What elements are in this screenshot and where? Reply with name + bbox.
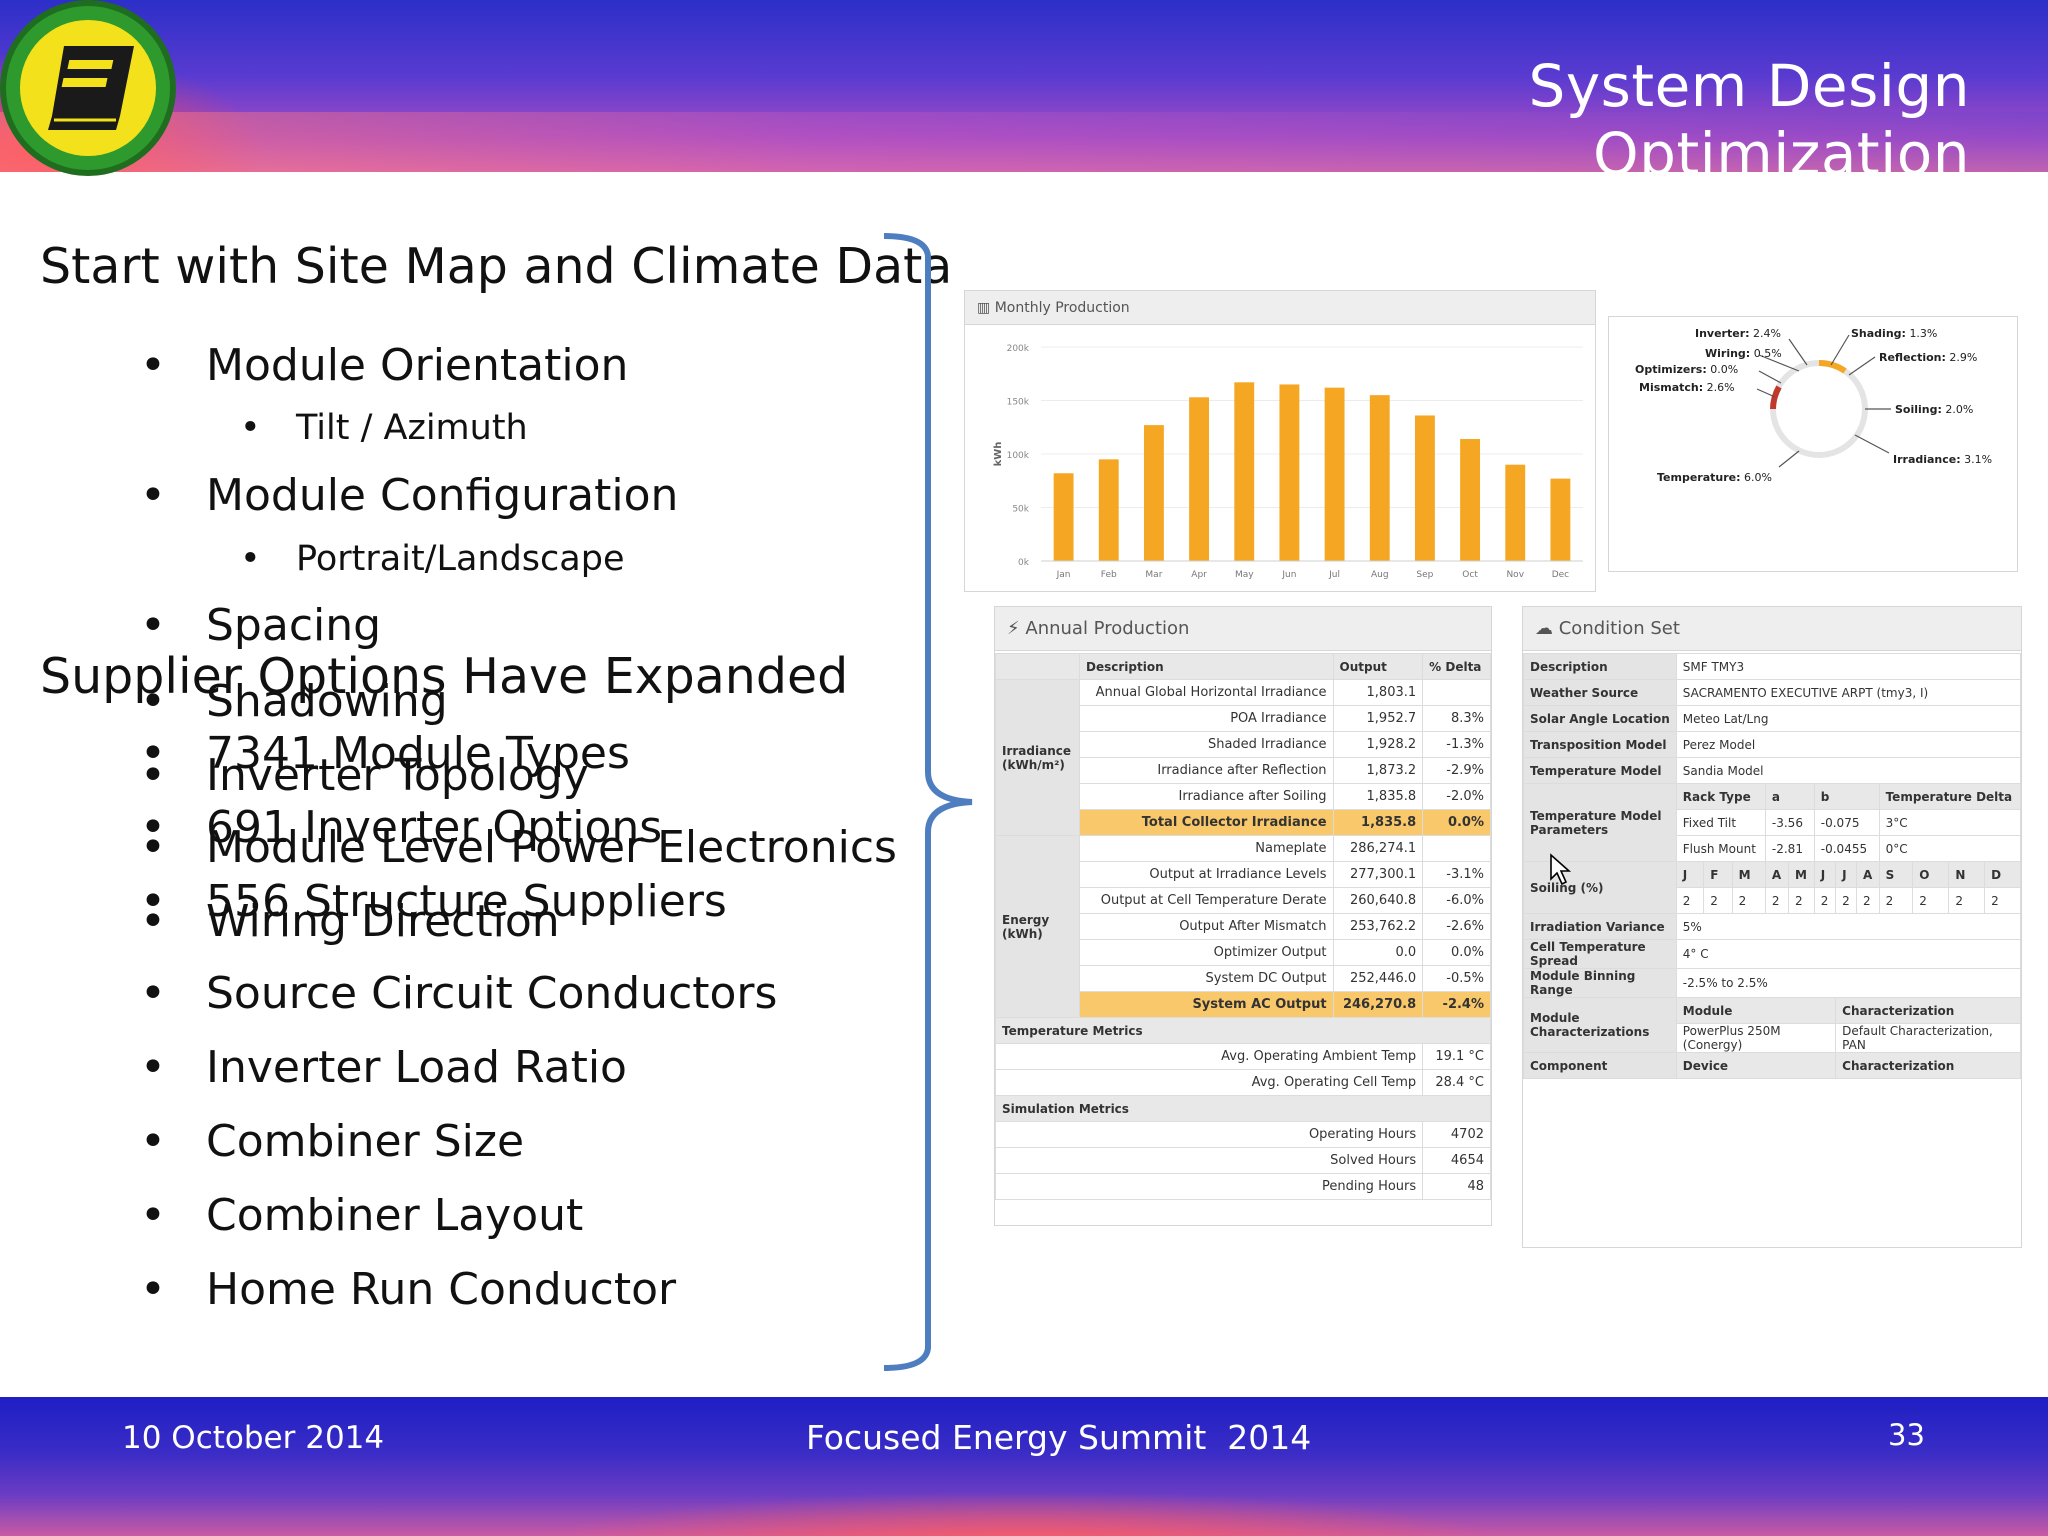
bar	[1053, 473, 1074, 561]
y-tick-label: 50k	[1012, 505, 1029, 515]
y-tick-label: 200k	[1007, 344, 1030, 354]
bullet-module-types: • 7341 Module Types	[140, 728, 630, 779]
software-screenshot: ▥ Monthly Production 0k 50k 100k 150k 200k kW…	[960, 290, 2040, 1250]
bar	[1505, 464, 1526, 561]
bullet-module-configuration: • Module Configuration	[140, 470, 679, 521]
bar	[1098, 459, 1119, 561]
bullet-source-circuit: • Source Circuit Conductors	[140, 968, 778, 1019]
loss-label-irradiance: Irradiance: 3.1%	[1893, 453, 1993, 466]
x-tick-label: Feb	[1101, 570, 1117, 580]
bullet-inverter-load-ratio: • Inverter Load Ratio	[140, 1042, 627, 1093]
subbullet-portrait-landscape: • Portrait/Landscape	[240, 539, 625, 579]
bar	[1324, 387, 1345, 561]
y-tick-label: 0k	[1018, 558, 1030, 568]
slide-title: System Design Optimization	[1528, 52, 1970, 188]
bar	[1414, 415, 1435, 561]
bullet-module-orientation: • Module Orientation	[140, 340, 629, 391]
lightning-icon: ⚡	[1007, 618, 1026, 639]
y-tick-label: 100k	[1007, 451, 1030, 461]
monthly-production-panel: ▥ Monthly Production 0k 50k 100k 150k 200k kW…	[964, 290, 1596, 592]
bar	[1143, 425, 1164, 561]
monthly-production-header: ▥ Monthly Production	[965, 291, 1595, 325]
mouse-cursor-icon	[1550, 853, 1572, 886]
bullet-spacing: • Spacing	[140, 600, 382, 651]
x-tick-label: Dec	[1552, 570, 1569, 580]
loss-breakdown-panel: Inverter: 2.4% Wiring: 0.5% Optimizers: …	[1608, 316, 2018, 572]
subbullet-tilt-azimuth: • Tilt / Azimuth	[240, 408, 528, 448]
x-tick-label: Oct	[1462, 570, 1478, 580]
footer-date: 10 October 2014	[122, 1420, 385, 1456]
bar	[1189, 397, 1210, 561]
logo-badge	[20, 20, 156, 156]
bar	[1460, 439, 1481, 561]
cloud-icon: ☁	[1535, 618, 1559, 639]
bar	[1234, 382, 1255, 561]
x-tick-label: Jan	[1056, 570, 1071, 580]
monthly-production-chart: 0k 50k 100k 150k 200k kWh Jan Feb Mar Apr May Jun Ju…	[993, 344, 1583, 580]
bullet-inverter-options: • 691 Inverter Options	[140, 802, 663, 853]
bullet-home-run: • Home Run Conductor	[140, 1264, 677, 1315]
x-tick-label: May	[1235, 570, 1254, 580]
y-axis-label: kWh	[993, 442, 1004, 467]
loss-label-shading: Shading: 1.3%	[1851, 327, 1938, 340]
bullet-structure-suppliers: • 556 Structure Suppliers	[140, 876, 727, 927]
loss-label-temperature: Temperature: 6.0%	[1657, 471, 1772, 484]
bar	[1369, 395, 1390, 561]
annual-production-table: Description Output % Delta Irradiance (k…	[994, 653, 1491, 1200]
logo	[0, 0, 176, 176]
bar	[1550, 478, 1571, 561]
condition-set-header: ☁ Condition Set	[1523, 607, 2021, 651]
page-number: 33	[1888, 1418, 1925, 1452]
x-tick-label: Sep	[1416, 570, 1433, 580]
condition-set-table: Description SMF TMY3 Weather Source SACRAM…	[1523, 653, 2021, 1079]
annual-production-header: ⚡ Annual Production	[995, 607, 1491, 651]
x-tick-label: Jun	[1281, 570, 1296, 580]
heading-supplier-options: Supplier Options Have Expanded	[40, 648, 849, 705]
x-tick-label: Nov	[1506, 570, 1524, 580]
x-tick-label: Mar	[1145, 570, 1162, 580]
loss-label-optimizers: Optimizers: 0.0%	[1635, 363, 1739, 376]
book-icon	[48, 46, 134, 130]
bar	[1279, 384, 1300, 561]
bar-chart-icon: ▥	[977, 300, 995, 316]
loss-label-wiring: Wiring: 0.5%	[1705, 347, 1782, 360]
heading-site-map: Start with Site Map and Climate Data	[40, 238, 953, 295]
loss-label-inverter: Inverter: 2.4%	[1695, 327, 1781, 340]
x-tick-label: Aug	[1371, 570, 1389, 580]
footer-event: Focused Energy Summit 2014	[806, 1418, 1312, 1457]
loss-label-mismatch: Mismatch: 2.6%	[1639, 381, 1735, 394]
y-tick-label: 150k	[1007, 398, 1030, 408]
x-tick-label: Jul	[1328, 570, 1340, 580]
bullet-combiner-size: • Combiner Size	[140, 1116, 525, 1167]
loss-label-soiling: Soiling: 2.0%	[1895, 403, 1974, 416]
x-tick-label: Apr	[1191, 570, 1207, 580]
condition-set-panel: ☁ Condition Set Description SMF TMY3 Weat…	[1522, 606, 2022, 1248]
loss-label-reflection: Reflection: 2.9%	[1879, 351, 1978, 364]
annual-production-panel: ⚡ Annual Production Description Output %…	[994, 606, 1492, 1226]
bullet-combiner-layout: • Combiner Layout	[140, 1190, 584, 1241]
